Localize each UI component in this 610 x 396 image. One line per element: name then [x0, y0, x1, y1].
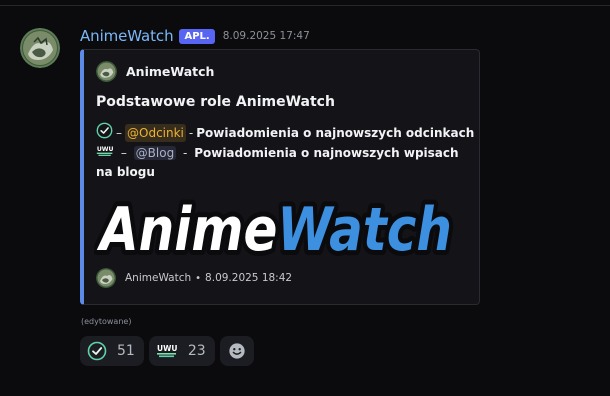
footer-timestamp: 8.09.2025 18:42	[205, 272, 293, 284]
role-mention-blog[interactable]: @Blog	[133, 146, 177, 160]
svg-text:UWU: UWU	[157, 344, 177, 353]
reaction-count: 23	[187, 343, 206, 359]
line-separator: -	[183, 146, 188, 160]
svg-text:UWU: UWU	[97, 146, 114, 153]
check-circle-icon	[87, 341, 107, 361]
line-separator: -	[188, 126, 194, 140]
reaction-uwu[interactable]: UWU 23	[148, 336, 215, 366]
app-badge: APL.	[179, 28, 215, 44]
embed-footer: AnimeWatch • 8.09.2025 18:42	[96, 268, 292, 288]
author-name[interactable]: AnimeWatch	[80, 27, 174, 45]
footer-separator: •	[195, 272, 202, 284]
line-dash: –	[116, 126, 122, 140]
banner-word-watch: Watch	[277, 195, 452, 265]
reaction-count: 51	[117, 343, 135, 359]
embed-author: AnimeWatch	[96, 61, 214, 82]
footer-avatar	[96, 268, 116, 288]
smiley-icon	[228, 342, 246, 360]
reactions-bar: 51 UWU 23	[80, 336, 254, 366]
author-avatar[interactable]	[20, 28, 60, 68]
banner-word-anime: Anime	[97, 195, 278, 265]
footer-name: AnimeWatch	[125, 272, 192, 284]
embed-description: – @Odcinki - Powiadomienia o najnowszych…	[96, 122, 476, 181]
uwu-icon: UWU	[96, 144, 114, 163]
add-reaction-button[interactable]	[219, 336, 254, 366]
role-mention-odcinki[interactable]: @Odcinki	[125, 124, 186, 142]
embed-title: Podstawowe role AnimeWatch	[96, 94, 335, 110]
check-circle-icon	[96, 122, 113, 144]
role-description-odcinki: Powiadomienia o najnowszych odcinkach	[196, 126, 475, 140]
message-header: AnimeWatch APL. 8.09.2025 17:47	[80, 27, 310, 45]
edited-label: (edytowane)	[81, 317, 132, 326]
top-divider	[0, 5, 610, 6]
svg-text:AnimeWatch: AnimeWatch	[97, 195, 452, 265]
line-dash: –	[120, 146, 127, 160]
animewatch-logo-banner[interactable]: AnimeWatch AnimeWatch	[94, 190, 464, 272]
role-line-blog: UWU – @Blog - Powiadomienia o najnowszyc…	[96, 144, 476, 181]
embed: AnimeWatch Podstawowe role AnimeWatch – …	[80, 49, 480, 305]
uwu-icon: UWU	[156, 342, 178, 360]
reaction-check[interactable]: 51	[80, 336, 144, 366]
role-line-odcinki: – @Odcinki - Powiadomienia o najnowszych…	[96, 122, 476, 144]
message-timestamp[interactable]: 8.09.2025 17:47	[223, 30, 310, 42]
embed-author-avatar	[96, 61, 117, 82]
embed-author-name: AnimeWatch	[126, 64, 215, 79]
